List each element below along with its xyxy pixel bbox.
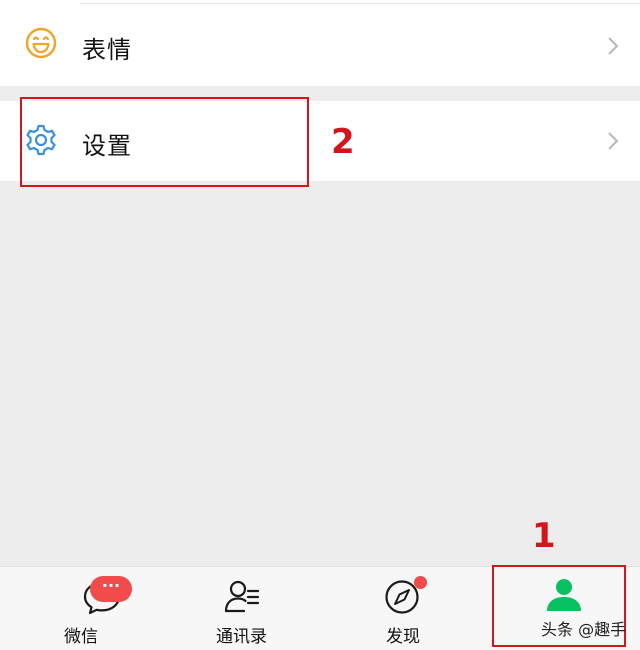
tab-wechat[interactable]: 微信 (0, 567, 160, 650)
smiley-icon (25, 27, 57, 59)
menu-item-emoji[interactable]: 表情 (0, 0, 640, 86)
tab-contacts[interactable]: 通讯录 (160, 567, 320, 650)
contacts-icon (224, 580, 260, 613)
watermark: 头条 @趣手 (541, 620, 627, 639)
notification-dot (414, 576, 427, 589)
unread-badge: ··· (90, 576, 132, 602)
chevron-right-icon (608, 132, 619, 150)
menu-item-label: 表情 (82, 36, 132, 64)
chevron-right-icon (608, 37, 619, 55)
divider (80, 3, 640, 4)
annotation-number-2: 2 (331, 122, 355, 162)
annotation-number-1: 1 (532, 516, 556, 556)
annotation-box-settings (20, 97, 309, 187)
tab-discover[interactable]: 发现 (320, 567, 480, 650)
